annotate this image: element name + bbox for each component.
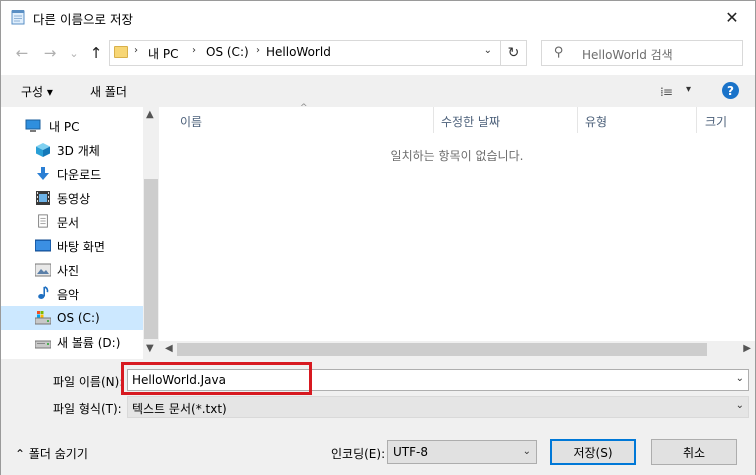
encoding-label: 인코딩(E):	[331, 447, 386, 461]
search-placeholder: HelloWorld 검색	[582, 48, 673, 62]
sidebar-item-3d-objects[interactable]: 3D 개체	[1, 138, 143, 162]
document-icon	[38, 214, 48, 228]
address-dropdown-icon[interactable]: ⌄	[484, 45, 492, 56]
filetype-select[interactable]: 텍스트 문서(*.txt) ⌄	[127, 396, 749, 418]
dialog-footer: ⌃ 폴더 숨기기 인코딩(E): UTF-8 ⌄ 저장(S) 취소	[1, 429, 755, 475]
filename-highlight-annotation	[121, 362, 312, 395]
filename-label: 파일 이름(N):	[53, 375, 124, 389]
view-options-caret-icon[interactable]: ▾	[686, 84, 691, 95]
content-area: 내 PC 3D 개체 다운로드 동영상 문서 바탕 화면 사진 음악 OS (C…	[1, 103, 755, 359]
help-icon[interactable]: ?	[722, 82, 739, 99]
breadcrumb-my-pc[interactable]: 내 PC	[148, 45, 178, 62]
drive-icon	[35, 340, 51, 349]
cancel-button[interactable]: 취소	[651, 439, 737, 465]
encoding-select[interactable]: UTF-8 ⌄	[387, 440, 537, 464]
sidebar-item-label: 음악	[57, 287, 80, 302]
hide-folders-button[interactable]: ⌃ 폴더 숨기기	[15, 445, 88, 462]
column-header-size[interactable]: 크기	[705, 113, 727, 139]
video-icon	[36, 191, 50, 205]
sidebar-item-pictures[interactable]: 사진	[1, 258, 143, 282]
sidebar-item-desktop[interactable]: 바탕 화면	[1, 234, 143, 258]
breadcrumb-os-c[interactable]: OS (C:)	[206, 45, 249, 59]
filename-dropdown-icon[interactable]: ⌄	[736, 373, 744, 384]
desktop-icon	[35, 239, 51, 252]
sidebar-item-videos[interactable]: 동영상	[1, 186, 143, 210]
folder-icon	[114, 46, 128, 58]
navigation-pane: 내 PC 3D 개체 다운로드 동영상 문서 바탕 화면 사진 음악 OS (C…	[1, 107, 159, 359]
sidebar-item-label: 바탕 화면	[57, 239, 105, 254]
sidebar-item-label: 새 볼륨 (D:)	[57, 335, 121, 350]
sidebar-item-os-c[interactable]: OS (C:)	[1, 306, 143, 330]
column-header-name[interactable]: 이름	[180, 113, 202, 139]
column-header-date-modified[interactable]: 수정한 날짜	[441, 113, 500, 139]
chevron-right-icon: ›	[192, 45, 196, 56]
file-list-horizontal-scrollbar[interactable]: ◀ ▶	[159, 341, 755, 359]
sidebar-item-label: 3D 개체	[57, 143, 100, 158]
encoding-dropdown-icon: ⌄	[522, 446, 531, 457]
sidebar-item-label: 동영상	[57, 191, 91, 206]
sidebar-item-documents[interactable]: 문서	[1, 210, 143, 234]
sidebar-item-my-pc[interactable]: 내 PC	[1, 114, 143, 138]
sidebar-item-label: 문서	[57, 215, 80, 230]
file-list: ^ 이름 수정한 날짜 유형 크기 일치하는 항목이 없습니다. ◀ ▶	[159, 103, 755, 359]
view-options-icon[interactable]: ⁞≡	[660, 85, 673, 99]
chevron-right-icon: ›	[134, 45, 138, 56]
up-button[interactable]: ↑	[85, 42, 107, 64]
save-as-dialog: 다른 이름으로 저장 ✕ ← → ⌄ ↑ › 내 PC › OS (C:) › …	[0, 0, 756, 475]
column-divider[interactable]	[433, 107, 434, 133]
close-button[interactable]: ✕	[709, 1, 755, 33]
search-box[interactable]: ⚲ HelloWorld 검색	[541, 40, 743, 66]
window-title: 다른 이름으로 저장	[33, 12, 133, 27]
music-icon	[38, 286, 49, 299]
breadcrumb-helloworld[interactable]: HelloWorld	[266, 45, 331, 59]
encoding-value: UTF-8	[393, 445, 428, 459]
scroll-up-icon[interactable]: ▲	[146, 109, 154, 120]
back-button[interactable]: ←	[11, 42, 33, 64]
sidebar-item-label: 내 PC	[49, 119, 80, 134]
cube-icon	[36, 143, 50, 157]
sidebar-item-label: 사진	[57, 263, 80, 278]
pc-icon	[25, 119, 41, 132]
sidebar-item-label: 다운로드	[57, 167, 102, 182]
notepad-icon	[11, 10, 25, 25]
scrollbar-thumb[interactable]	[144, 179, 158, 339]
new-folder-button[interactable]: 새 폴더	[90, 83, 127, 100]
sidebar-item-label: OS (C:)	[57, 311, 100, 325]
drive-icon	[35, 311, 51, 325]
sidebar-item-new-volume-d[interactable]: 새 볼륨 (D:)	[1, 330, 143, 354]
scroll-down-icon[interactable]: ▼	[146, 343, 154, 354]
save-button[interactable]: 저장(S)	[550, 439, 636, 465]
refresh-button[interactable]: ↻	[500, 41, 526, 65]
column-divider[interactable]	[696, 107, 697, 133]
chevron-right-icon: ›	[256, 45, 260, 56]
address-bar[interactable]: › 내 PC › OS (C:) › HelloWorld ⌄ ↻	[109, 40, 527, 66]
search-icon: ⚲	[554, 45, 564, 60]
sidebar-scrollbar[interactable]: ▲ ▼	[143, 107, 159, 359]
recent-locations-button[interactable]: ⌄	[63, 42, 85, 64]
picture-icon	[35, 263, 51, 277]
sidebar-item-music[interactable]: 음악	[1, 282, 143, 306]
sort-ascending-icon: ^	[300, 103, 308, 113]
scroll-right-icon[interactable]: ▶	[743, 343, 751, 354]
command-toolbar: 구성 ▾ 새 폴더 ⁞≡ ▾ ?	[1, 75, 755, 107]
download-icon	[37, 167, 49, 180]
scrollbar-thumb[interactable]	[177, 343, 707, 356]
forward-button[interactable]: →	[39, 42, 61, 64]
filetype-value: 텍스트 문서(*.txt)	[132, 402, 227, 416]
title-bar: 다른 이름으로 저장 ✕	[1, 1, 755, 33]
filetype-dropdown-icon[interactable]: ⌄	[736, 400, 744, 411]
column-header-type[interactable]: 유형	[585, 113, 607, 139]
sidebar-item-downloads[interactable]: 다운로드	[1, 162, 143, 186]
organize-button[interactable]: 구성 ▾	[21, 83, 53, 100]
column-divider[interactable]	[577, 107, 578, 133]
scroll-left-icon[interactable]: ◀	[165, 343, 173, 354]
navigation-bar: ← → ⌄ ↑ › 내 PC › OS (C:) › HelloWorld ⌄ …	[1, 33, 755, 75]
empty-folder-message: 일치하는 항목이 없습니다.	[390, 149, 524, 163]
filetype-label: 파일 형식(T):	[53, 402, 122, 416]
